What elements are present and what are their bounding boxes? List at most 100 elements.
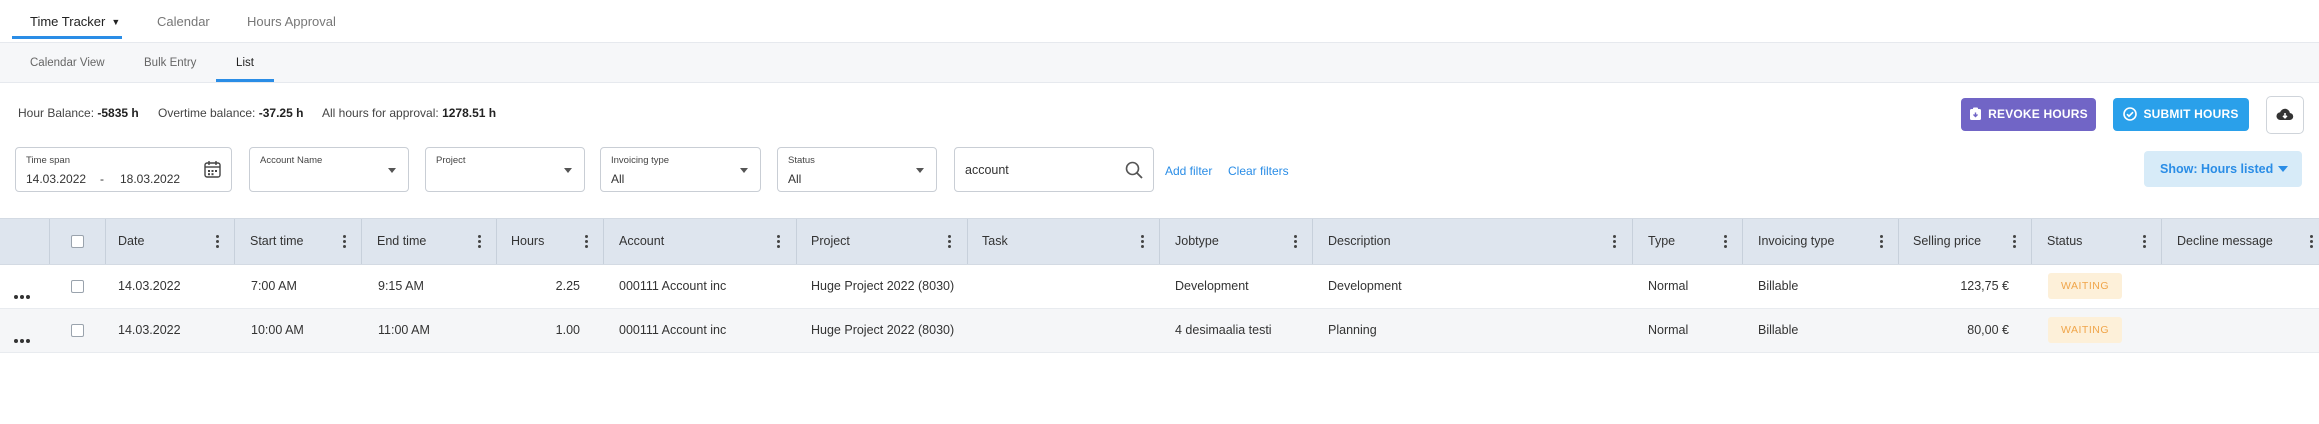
cell-description: Development (1328, 279, 1402, 293)
column-separator (1312, 219, 1313, 264)
column-header-account[interactable]: Account (619, 219, 664, 264)
overtime-balance-label: Overtime balance: (158, 106, 256, 120)
invoicing-type-filter[interactable]: Invoicing type All (600, 147, 761, 192)
approval-hours-value: 1278.51 h (442, 106, 497, 120)
cell-end-time: 11:00 AM (378, 323, 430, 337)
approval-hours-label: All hours for approval: (322, 106, 439, 120)
revoke-hours-button[interactable]: REVOKE HOURS (1961, 98, 2096, 131)
search-value[interactable]: account (965, 163, 1009, 177)
sub-tabs: Calendar View Bulk Entry List (0, 43, 2319, 83)
column-header-description[interactable]: Description (1328, 219, 1391, 264)
tab-label: Calendar (157, 14, 210, 29)
status-badge: WAITING (2048, 317, 2122, 343)
table-row[interactable]: 14.03.2022 9:15 AM 7:00 AM 2.25 000111 A… (0, 265, 2319, 309)
column-menu-icon[interactable] (585, 235, 588, 248)
submit-hours-label: SUBMIT HOURS (2143, 107, 2239, 121)
table-row[interactable]: 14.03.2022 10:00 AM 11:00 AM 1.00 000111… (0, 309, 2319, 353)
column-menu-icon[interactable] (478, 235, 481, 248)
add-filter-link[interactable]: Add filter (1165, 164, 1212, 178)
column-menu-icon[interactable] (777, 235, 780, 248)
overtime-balance-value: -37.25 h (258, 106, 304, 120)
column-header-invoicing-type[interactable]: Invoicing type (1758, 219, 1834, 264)
column-header-type[interactable]: Type (1648, 219, 1675, 264)
column-separator (603, 219, 604, 264)
column-header-jobtype[interactable]: Jobtype (1175, 219, 1219, 264)
status-badge: WAITING (2048, 273, 2122, 299)
column-separator (1632, 219, 1633, 264)
column-menu-icon[interactable] (1294, 235, 1297, 248)
column-header-status[interactable]: Status (2047, 219, 2082, 264)
account-name-filter[interactable]: Account Name (249, 147, 409, 192)
time-span-separator: - (100, 172, 104, 186)
calendar-icon[interactable] (204, 160, 221, 178)
column-header-decline-message[interactable]: Decline message (2177, 219, 2273, 264)
tab-list[interactable]: List (216, 43, 274, 82)
column-header-task[interactable]: Task (982, 219, 1008, 264)
revoke-icon (1970, 107, 1982, 120)
overtime-balance: Overtime balance: -37.25 h (158, 106, 303, 120)
chevron-down-icon (2278, 166, 2288, 172)
tab-label: Hours Approval (247, 14, 336, 29)
column-menu-icon[interactable] (1724, 235, 1727, 248)
row-checkbox[interactable] (71, 280, 84, 293)
column-header-project[interactable]: Project (811, 219, 850, 264)
submit-hours-button[interactable]: SUBMIT HOURS (2113, 98, 2249, 131)
tab-bulk-entry[interactable]: Bulk Entry (144, 43, 196, 82)
column-header-hours[interactable]: Hours (511, 219, 544, 264)
tab-label: Time Tracker (30, 14, 106, 29)
tab-label: List (236, 57, 254, 69)
show-hours-listed-label: Show: Hours listed (2160, 162, 2274, 176)
tab-label: Calendar View (30, 57, 105, 69)
row-checkbox[interactable] (71, 324, 84, 337)
tab-calendar-view[interactable]: Calendar View (30, 43, 105, 82)
download-button[interactable] (2266, 96, 2304, 134)
column-menu-icon[interactable] (1141, 235, 1144, 248)
cell-jobtype: 4 desimaalia testi (1175, 323, 1272, 337)
clear-filters-link[interactable]: Clear filters (1228, 164, 1289, 178)
time-span-start[interactable]: 14.03.2022 (26, 172, 86, 186)
time-span-filter[interactable]: Time span 14.03.2022 - 18.03.2022 (15, 147, 232, 192)
select-all-checkbox[interactable] (71, 235, 84, 248)
approval-hours: All hours for approval: 1278.51 h (322, 106, 496, 120)
status-filter[interactable]: Status All (777, 147, 937, 192)
time-span-end[interactable]: 18.03.2022 (120, 172, 180, 186)
column-menu-icon[interactable] (1613, 235, 1616, 248)
column-separator (1159, 219, 1160, 264)
cell-invoicing-type: Billable (1758, 279, 1799, 293)
column-menu-icon[interactable] (1880, 235, 1883, 248)
column-menu-icon[interactable] (2143, 235, 2146, 248)
check-circle-icon (2123, 107, 2138, 121)
column-header-selling-price[interactable]: Selling price (1913, 219, 1981, 264)
row-actions-icon[interactable] (14, 286, 32, 304)
cloud-download-icon (2276, 108, 2294, 121)
chevron-down-icon (388, 168, 396, 173)
time-span-label: Time span (26, 155, 70, 166)
column-menu-icon[interactable] (343, 235, 346, 248)
invoicing-type-value: All (611, 172, 625, 186)
column-separator (496, 219, 497, 264)
column-menu-icon[interactable] (216, 235, 219, 248)
column-header-end-time[interactable]: End time (377, 219, 426, 264)
cell-start-time: 10:00 AM (251, 323, 304, 337)
show-hours-listed-button[interactable]: Show: Hours listed (2144, 151, 2302, 187)
column-separator (1742, 219, 1743, 264)
search-icon[interactable] (1125, 161, 1143, 179)
cell-hours: 1.00 (555, 323, 580, 337)
tab-time-tracker[interactable]: Time Tracker ▼ (12, 0, 122, 39)
cell-description: Planning (1328, 323, 1377, 337)
column-header-start-time[interactable]: Start time (250, 219, 304, 264)
search-input[interactable]: account (954, 147, 1154, 192)
column-menu-icon[interactable] (948, 235, 951, 248)
chevron-down-icon: ▼ (111, 17, 121, 27)
column-menu-icon[interactable] (2013, 235, 2016, 248)
cell-date: 14.03.2022 (118, 323, 181, 337)
cell-account: 000111 Account inc (619, 279, 727, 293)
column-menu-icon[interactable] (2310, 235, 2313, 248)
tab-hours-approval[interactable]: Hours Approval (247, 0, 336, 42)
cell-type: Normal (1648, 279, 1689, 293)
column-header-date[interactable]: Date (118, 219, 144, 264)
row-actions-icon[interactable] (14, 330, 32, 348)
project-filter[interactable]: Project (425, 147, 585, 192)
column-separator (967, 219, 968, 264)
tab-calendar[interactable]: Calendar (157, 0, 210, 42)
